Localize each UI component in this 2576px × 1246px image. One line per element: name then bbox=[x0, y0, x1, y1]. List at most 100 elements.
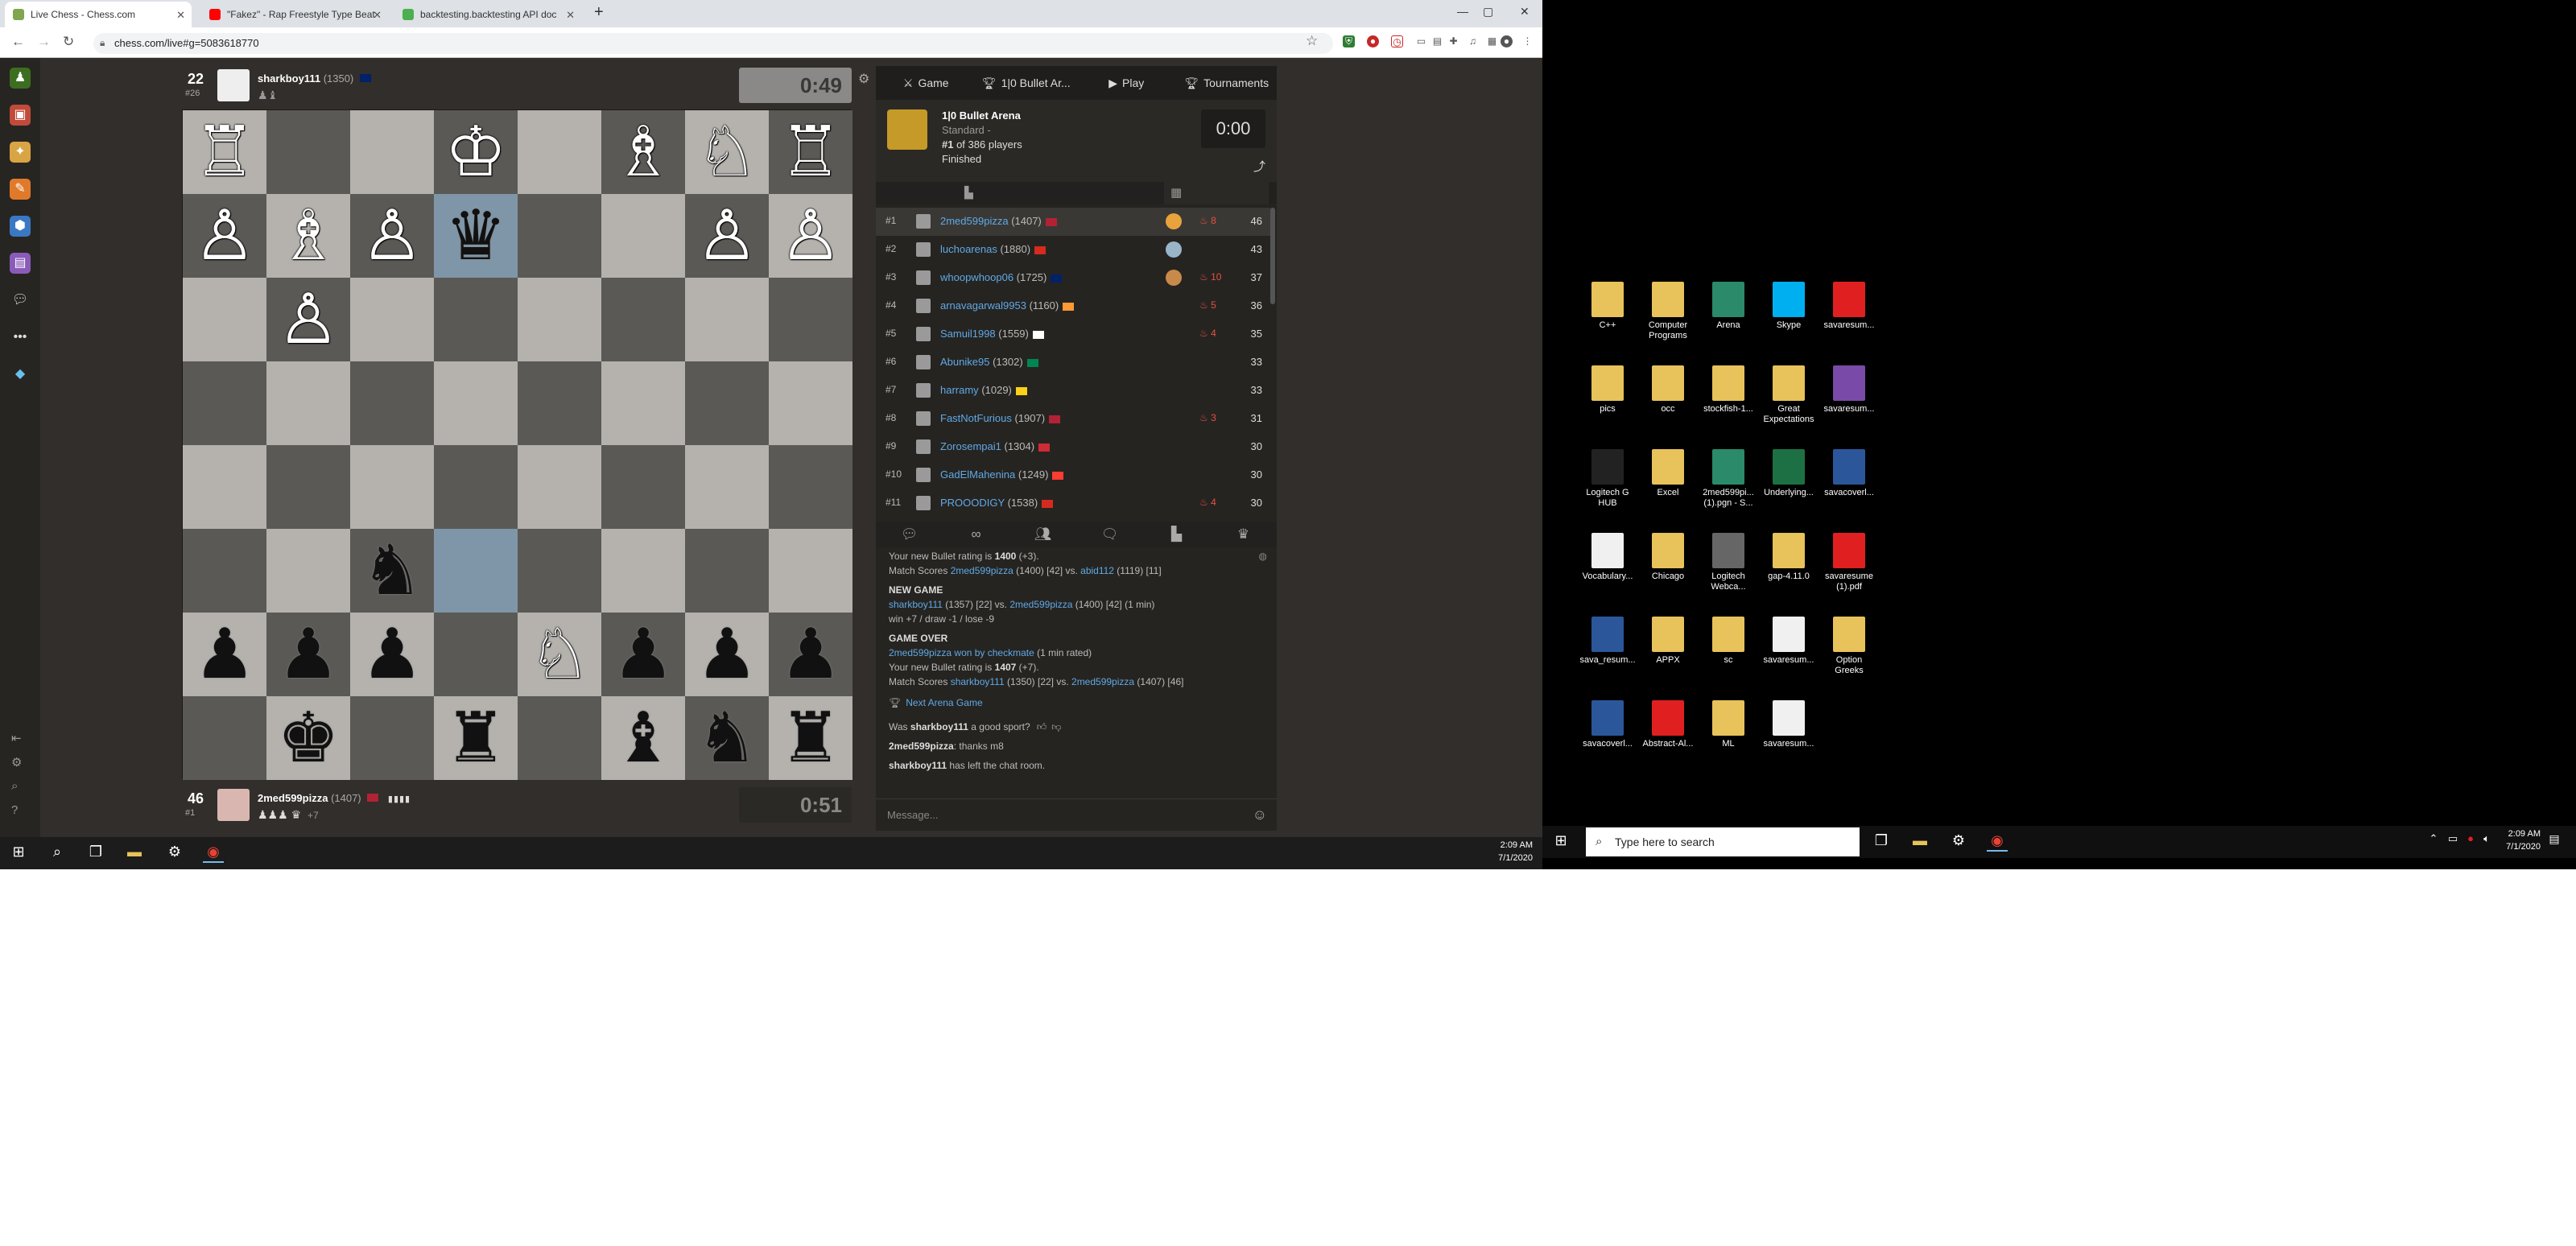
black-piece[interactable]: ♟ bbox=[361, 620, 423, 689]
board-square[interactable] bbox=[350, 278, 434, 361]
desktop-icon[interactable]: Great Expectations bbox=[1761, 365, 1817, 425]
board-square[interactable]: ♟ bbox=[266, 613, 350, 696]
news-icon[interactable]: ▤ bbox=[10, 253, 31, 274]
media-icon[interactable]: ♫ bbox=[1467, 35, 1479, 47]
board-square[interactable] bbox=[183, 445, 266, 529]
players-icon[interactable]: 👥︎ bbox=[1009, 522, 1076, 547]
task-view-icon[interactable]: ❐ bbox=[85, 844, 106, 863]
settings-gear-icon[interactable]: ⚙ bbox=[11, 755, 22, 769]
desktop-icon[interactable]: sava_resum... bbox=[1579, 617, 1636, 666]
tray-chevron-icon[interactable]: ⌃ bbox=[2423, 832, 2444, 852]
chrome-icon[interactable]: ◉ bbox=[203, 844, 224, 863]
standings-row[interactable]: #11 PROOODIGY (1538) ♨ 4 30 bbox=[876, 489, 1270, 517]
close-icon[interactable]: ✕ bbox=[566, 9, 575, 22]
binoculars-icon[interactable]: ∞ bbox=[943, 522, 1009, 547]
board-square[interactable]: ♞ bbox=[685, 696, 769, 780]
board-square[interactable] bbox=[350, 110, 434, 194]
next-arena-game-link[interactable]: 🏆︎ Next Arena Game bbox=[889, 697, 983, 708]
white-piece[interactable]: ♖ bbox=[779, 118, 841, 187]
thumbs-up-icon[interactable]: 👍︎ bbox=[1037, 721, 1047, 732]
board-square[interactable] bbox=[769, 278, 852, 361]
board-square[interactable] bbox=[685, 445, 769, 529]
desktop-icon[interactable]: gap-4.11.0 bbox=[1761, 533, 1817, 582]
board-square[interactable] bbox=[685, 529, 769, 613]
desktop-icon[interactable]: Logitech G HUB bbox=[1579, 449, 1636, 509]
tab-search-icon[interactable]: ▦ bbox=[1486, 35, 1498, 47]
puzzle-extensions-icon[interactable]: ✚ bbox=[1447, 35, 1459, 47]
white-piece[interactable]: ♙ bbox=[277, 285, 339, 354]
black-piece[interactable]: ♟ bbox=[277, 620, 339, 689]
search-icon[interactable]: ⌕ bbox=[11, 779, 18, 793]
file-explorer-icon[interactable]: ▬ bbox=[124, 844, 145, 863]
more-icon[interactable]: ••• bbox=[10, 327, 31, 348]
desktop-icon[interactable]: Abstract-Al... bbox=[1640, 700, 1696, 749]
board-square[interactable]: ♙ bbox=[183, 194, 266, 278]
tab-arena[interactable]: 🏆︎ 1|0 Bullet Ar... bbox=[976, 66, 1077, 100]
black-piece[interactable]: ♟ bbox=[612, 620, 674, 689]
settings-gear-icon[interactable]: ⚙ bbox=[164, 844, 185, 863]
board-square[interactable] bbox=[518, 529, 601, 613]
board-square[interactable] bbox=[601, 529, 685, 613]
desktop-icon[interactable]: Logitech Webca... bbox=[1700, 533, 1757, 592]
board-square[interactable]: ♟ bbox=[350, 613, 434, 696]
windows-start-icon[interactable]: ⊞ bbox=[1550, 832, 1571, 852]
close-window-button[interactable]: ✕ bbox=[1520, 5, 1530, 19]
thumbs-down-icon[interactable]: 👎︎ bbox=[1051, 721, 1061, 732]
board-square[interactable]: ♗ bbox=[601, 110, 685, 194]
scrollbar[interactable] bbox=[1270, 208, 1275, 304]
desktop-icon[interactable]: ML bbox=[1700, 700, 1757, 749]
player-link[interactable]: sharkboy111 bbox=[951, 676, 1005, 687]
standing-player[interactable]: arnavagarwal9953 (1160) bbox=[940, 299, 1075, 312]
board-square[interactable]: ♙ bbox=[685, 194, 769, 278]
board-square[interactable] bbox=[601, 194, 685, 278]
standings-row[interactable]: #7 harramy (1029) 33 bbox=[876, 377, 1270, 405]
share-icon[interactable]: ⤴ bbox=[1253, 158, 1265, 175]
board-square[interactable] bbox=[769, 445, 852, 529]
board-square[interactable]: ♜ bbox=[434, 696, 518, 780]
windows-start-icon[interactable]: ⊞ bbox=[8, 844, 29, 863]
standing-player[interactable]: Samuil1998 (1559) bbox=[940, 328, 1044, 340]
board-square[interactable] bbox=[685, 278, 769, 361]
tab-live-chess[interactable]: Live Chess - Chess.com ✕ bbox=[5, 2, 192, 27]
desktop-icon[interactable]: Vocabulary... bbox=[1579, 533, 1636, 582]
player-link[interactable]: sharkboy111 bbox=[889, 599, 943, 610]
player-link[interactable]: 2med599pizza bbox=[951, 565, 1013, 576]
diamond-membership-icon[interactable]: ◆ bbox=[10, 364, 31, 385]
board-square[interactable] bbox=[350, 445, 434, 529]
standings-row[interactable]: #3 whoopwhoop06 (1725) ♨ 10 37 bbox=[876, 264, 1270, 292]
player-name-line[interactable]: sharkboy111 (1350) bbox=[258, 72, 371, 85]
black-piece[interactable]: ♟ bbox=[696, 620, 758, 689]
cast-icon[interactable]: ▤ bbox=[1431, 35, 1443, 47]
board-square[interactable]: ♚ bbox=[266, 696, 350, 780]
player-link[interactable]: 2med599pizza bbox=[889, 647, 952, 658]
white-piece[interactable]: ♔ bbox=[444, 118, 506, 187]
tab-play[interactable]: ▶ Play bbox=[1076, 66, 1177, 100]
board-square[interactable] bbox=[266, 110, 350, 194]
player-link[interactable]: 2med599pizza bbox=[1009, 599, 1072, 610]
shield-extension-icon[interactable]: ⛨ bbox=[1343, 35, 1355, 47]
white-piece[interactable]: ♘ bbox=[696, 118, 758, 187]
black-piece[interactable]: ♛ bbox=[444, 201, 506, 270]
home-pawn-icon[interactable]: ♟ bbox=[10, 68, 31, 89]
black-piece[interactable]: ♞ bbox=[361, 536, 423, 605]
close-icon[interactable]: ✕ bbox=[373, 9, 382, 22]
desktop-icon[interactable]: stockfish-1... bbox=[1700, 365, 1757, 415]
board-square[interactable] bbox=[518, 194, 601, 278]
desktop-icon[interactable]: Option Greeks bbox=[1821, 617, 1877, 676]
message-box[interactable]: Message... ☺ bbox=[876, 798, 1277, 831]
desktop-icon[interactable]: savaresum... bbox=[1821, 282, 1877, 331]
board-square[interactable]: ♙ bbox=[266, 278, 350, 361]
board-square[interactable] bbox=[769, 361, 852, 445]
desktop-icon[interactable]: savaresum... bbox=[1761, 617, 1817, 666]
screen-extension-icon[interactable]: ▭ bbox=[1415, 35, 1427, 47]
search-icon[interactable]: ⌕ bbox=[47, 844, 68, 863]
board-square[interactable] bbox=[434, 361, 518, 445]
black-piece[interactable]: ♜ bbox=[779, 703, 841, 773]
board-square[interactable]: ♞ bbox=[350, 529, 434, 613]
board-square[interactable] bbox=[434, 445, 518, 529]
white-piece[interactable]: ♖ bbox=[193, 118, 255, 187]
board-square[interactable] bbox=[769, 529, 852, 613]
board-square[interactable]: ♖ bbox=[769, 110, 852, 194]
task-view-icon[interactable]: ❐ bbox=[1871, 832, 1892, 852]
standing-player[interactable]: luchoarenas (1880) bbox=[940, 243, 1046, 255]
